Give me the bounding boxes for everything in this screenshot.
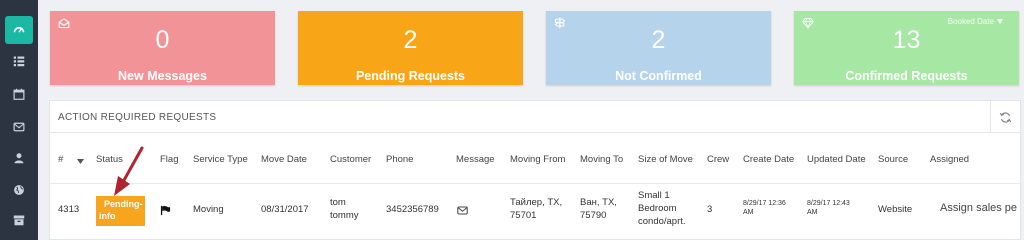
card-confirmed-requests[interactable]: Booked Date 13 Confirmed Requests [794, 11, 1019, 85]
column-header[interactable]: Moving To [580, 154, 623, 166]
column-header[interactable]: Create Date [743, 154, 794, 166]
column-header[interactable]: Move Date [261, 154, 307, 166]
create-date: 8/29/17 12:36 [743, 200, 786, 207]
move-date: 08/31/2017 [261, 204, 309, 215]
phone: 3452356789 [386, 204, 439, 215]
dashboard-icon [13, 26, 25, 33]
card-new-messages[interactable]: 0 New Messages [50, 11, 275, 85]
column-header[interactable]: Moving From [510, 154, 565, 166]
globe-icon [14, 185, 24, 195]
moving-to: Ван, TX, [580, 197, 617, 208]
column-header[interactable]: Flag [160, 154, 178, 166]
card-count: 13 [892, 26, 921, 54]
archive-icon [13, 215, 25, 226]
source: Website [878, 204, 913, 215]
header-divider [50, 183, 1020, 184]
customer-name: tom [330, 197, 346, 208]
column-header[interactable]: Customer [330, 154, 371, 166]
refresh-button[interactable] [990, 101, 1020, 133]
moving-to: 75790 [580, 210, 607, 221]
sidebar [0, 0, 38, 240]
column-header[interactable]: Source [878, 154, 908, 166]
column-header[interactable]: Service Type [193, 154, 248, 166]
status-line: Pending- [104, 199, 143, 209]
moving-from: Тайлер, TX, [510, 197, 563, 208]
panel-title: ACTION REQUIRED REQUESTS [58, 112, 217, 123]
list-icon [13, 56, 25, 67]
sidebar-item-list[interactable] [5, 47, 33, 75]
sidebar-item-messages[interactable] [5, 113, 33, 141]
sidebar-item-globe[interactable] [5, 176, 33, 204]
service-type: Moving [193, 204, 224, 215]
card-label: New Messages [118, 69, 207, 83]
customer-name: tommy [330, 210, 359, 221]
create-date: AM [743, 209, 754, 216]
size-of-move: Bedroom [638, 203, 677, 214]
card-label: Pending Requests [355, 69, 466, 83]
column-header[interactable]: Phone [386, 154, 413, 166]
column-header[interactable]: Crew [707, 154, 729, 166]
column-header[interactable]: Status [96, 154, 123, 166]
sidebar-item-users[interactable] [5, 144, 33, 172]
card-count: 2 [403, 26, 418, 54]
size-of-move: condo/aprt. [638, 216, 686, 227]
envelope-icon [13, 122, 25, 132]
caret-down-icon [997, 19, 1003, 24]
card-count: 0 [155, 26, 170, 54]
status-line: info [99, 211, 116, 221]
column-header[interactable]: Size of Move [638, 154, 693, 166]
updated-date: 8/29/17 12:43 [807, 200, 850, 207]
column-header: # [58, 154, 64, 165]
card-label: Confirmed Requests [845, 69, 968, 83]
calendar-icon [13, 88, 25, 100]
card-pending-requests[interactable]: 2 Pending Requests [298, 11, 523, 85]
sidebar-item-archive[interactable] [5, 206, 33, 234]
column-header[interactable]: Updated Date [807, 154, 866, 166]
updated-date: AM [807, 209, 818, 216]
size-of-move: Small 1 [638, 190, 670, 201]
refresh-icon [999, 111, 1012, 123]
envelope-icon[interactable] [457, 206, 468, 215]
request-id[interactable]: 4313 [58, 204, 79, 216]
card-count: 2 [651, 26, 666, 54]
sidebar-item-dashboard[interactable] [5, 16, 33, 44]
sort-caret-icon[interactable] [77, 159, 84, 164]
panel-header: ACTION REQUIRED REQUESTS [50, 101, 1020, 133]
card-not-confirmed[interactable]: 2 Not Confirmed [546, 11, 771, 85]
booked-date-dropdown[interactable]: Booked Date [948, 17, 1003, 26]
booked-date-label: Booked Date [947, 17, 994, 26]
column-header[interactable]: Assigned [930, 154, 969, 166]
status-badge[interactable]: Pending- info [96, 196, 145, 226]
user-icon [14, 153, 24, 164]
crew: 3 [707, 204, 713, 215]
moving-from: 75701 [510, 210, 537, 221]
action-required-panel: ACTION REQUIRED REQUESTS # Status Flag S… [49, 100, 1021, 240]
sidebar-item-calendar[interactable] [5, 80, 33, 108]
assign-sales-select[interactable]: Assign sales pe [940, 202, 1017, 214]
flag-icon[interactable] [160, 205, 171, 216]
card-label: Not Confirmed [615, 69, 702, 83]
column-header[interactable]: Message [456, 154, 495, 166]
